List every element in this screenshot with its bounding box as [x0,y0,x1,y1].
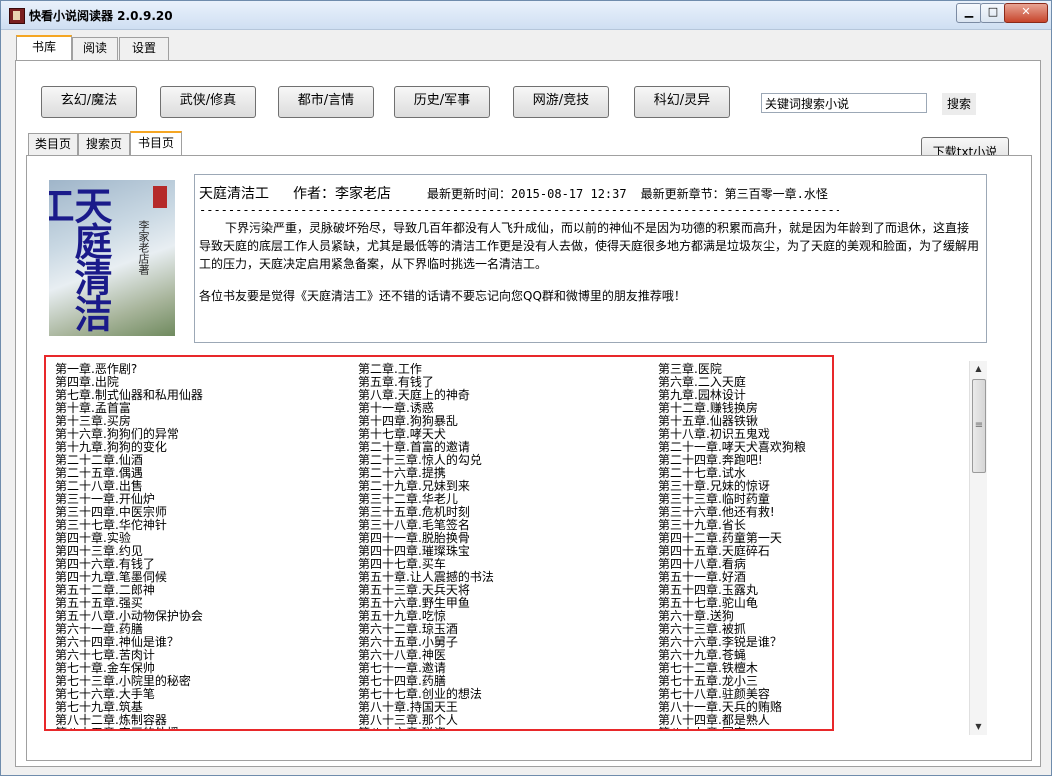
book-info-header: 天庭清洁工 作者：李家老店 最新更新时间：2015-08-17 12:37 最新更新章… [199,183,828,203]
grip-icon: ≡ [974,420,984,431]
tab-library[interactable]: 书库 [16,35,72,61]
cover-title: 天庭清洁工 [49,186,113,330]
book-author: 作者：李家老店 [293,186,391,202]
title-bar[interactable]: 快看小说阅读器 2.0.9.20 ▁ □ ✕ [1,1,1051,30]
category-fantasy-button[interactable]: 玄幻/魔法 [41,86,137,118]
chapter-list-scrollbar[interactable]: ▲ ≡ ▼ [969,361,987,735]
book-cover-image: 天庭清洁工 李家老店著 [49,180,175,336]
scroll-down-arrow-icon[interactable]: ▼ [970,719,987,735]
search-input[interactable]: 关键词搜索小说 [761,93,927,113]
library-panel: 玄幻/魔法 武侠/修真 都市/言情 历史/军事 网游/竞技 科幻/灵异 关键词搜… [15,60,1041,767]
book-description: 下界污染严重，灵脉破坏殆尽，导致几百年都没有人飞升成仙，而以前的神仙不是因为功德… [199,221,980,271]
category-scifi-button[interactable]: 科幻/灵异 [634,86,730,118]
window-title: 快看小说阅读器 2.0.9.20 [29,9,173,23]
tab-book-page[interactable]: 书目页 [130,131,182,156]
cover-author: 李家老店著 [137,220,150,275]
tab-settings[interactable]: 设置 [119,37,169,60]
scrollbar-thumb[interactable]: ≡ [972,379,986,473]
category-wuxia-button[interactable]: 武侠/修真 [160,86,256,118]
recommend-text: 各位书友要是觉得《天庭清洁工》还不错的话请不要忘记向您QQ群和微博里的朋友推荐哦… [199,289,686,303]
app-window: 快看小说阅读器 2.0.9.20 ▁ □ ✕ 书库 阅读 设置 玄幻/魔法 武侠… [0,0,1052,776]
tab-category-page[interactable]: 类目页 [28,133,78,155]
book-page-panel: 天庭清洁工 李家老店著 天庭清洁工 作者：李家老店 最新更新时间：2015-08-1… [26,155,1032,761]
book-title: 天庭清洁工 [199,186,269,202]
chapter-column-2: 第二章.工作 第五章.有钱了 第八章.天庭上的神奇 第十一章.诱惑 第十四章.狗狗暴乱第… [358,363,494,730]
chapter-list[interactable]: 第一章.恶作剧? 第四章.出院 第七章.制式仙器和私用仙器 第十章.孟首富 第十三章.买… [44,355,834,731]
category-urban-button[interactable]: 都市/言情 [278,86,374,118]
latest-chapter: 最新更新章节：第三百零一章.水怪 [640,187,828,201]
chapter-item[interactable]: 第八十七章.回家 [658,727,806,730]
book-info-box: 天庭清洁工 作者：李家老店 最新更新时间：2015-08-17 12:37 最新更新章… [194,174,987,343]
minimize-button[interactable]: ▁ [956,3,982,23]
book-app-icon [9,8,25,24]
tab-read[interactable]: 阅读 [72,37,118,60]
chapter-item[interactable]: 第八十六章.碰瓷 [358,727,494,730]
category-history-button[interactable]: 历史/军事 [394,86,490,118]
separator-line: ----------------------------------------… [199,203,839,217]
cover-seal [153,186,167,208]
category-game-button[interactable]: 网游/竞技 [513,86,609,118]
chapter-column-3: 第三章.医院 第六章.二入天庭 第九章.园林设计 第十二章.赚钱换房 第十五章.仙器铁锹… [658,363,806,730]
chapter-item[interactable]: 第八十五章.字画的外援 [55,727,203,730]
close-button[interactable]: ✕ [1004,3,1048,23]
tab-search-page[interactable]: 搜索页 [78,133,130,155]
maximize-button[interactable]: □ [980,3,1006,23]
chapter-column-1: 第一章.恶作剧? 第四章.出院 第七章.制式仙器和私用仙器 第十章.孟首富 第十三章.买… [55,363,203,730]
scroll-up-arrow-icon[interactable]: ▲ [970,361,987,377]
search-button[interactable]: 搜索 [942,93,976,115]
update-time: 最新更新时间：2015-08-17 12:37 [427,187,627,201]
